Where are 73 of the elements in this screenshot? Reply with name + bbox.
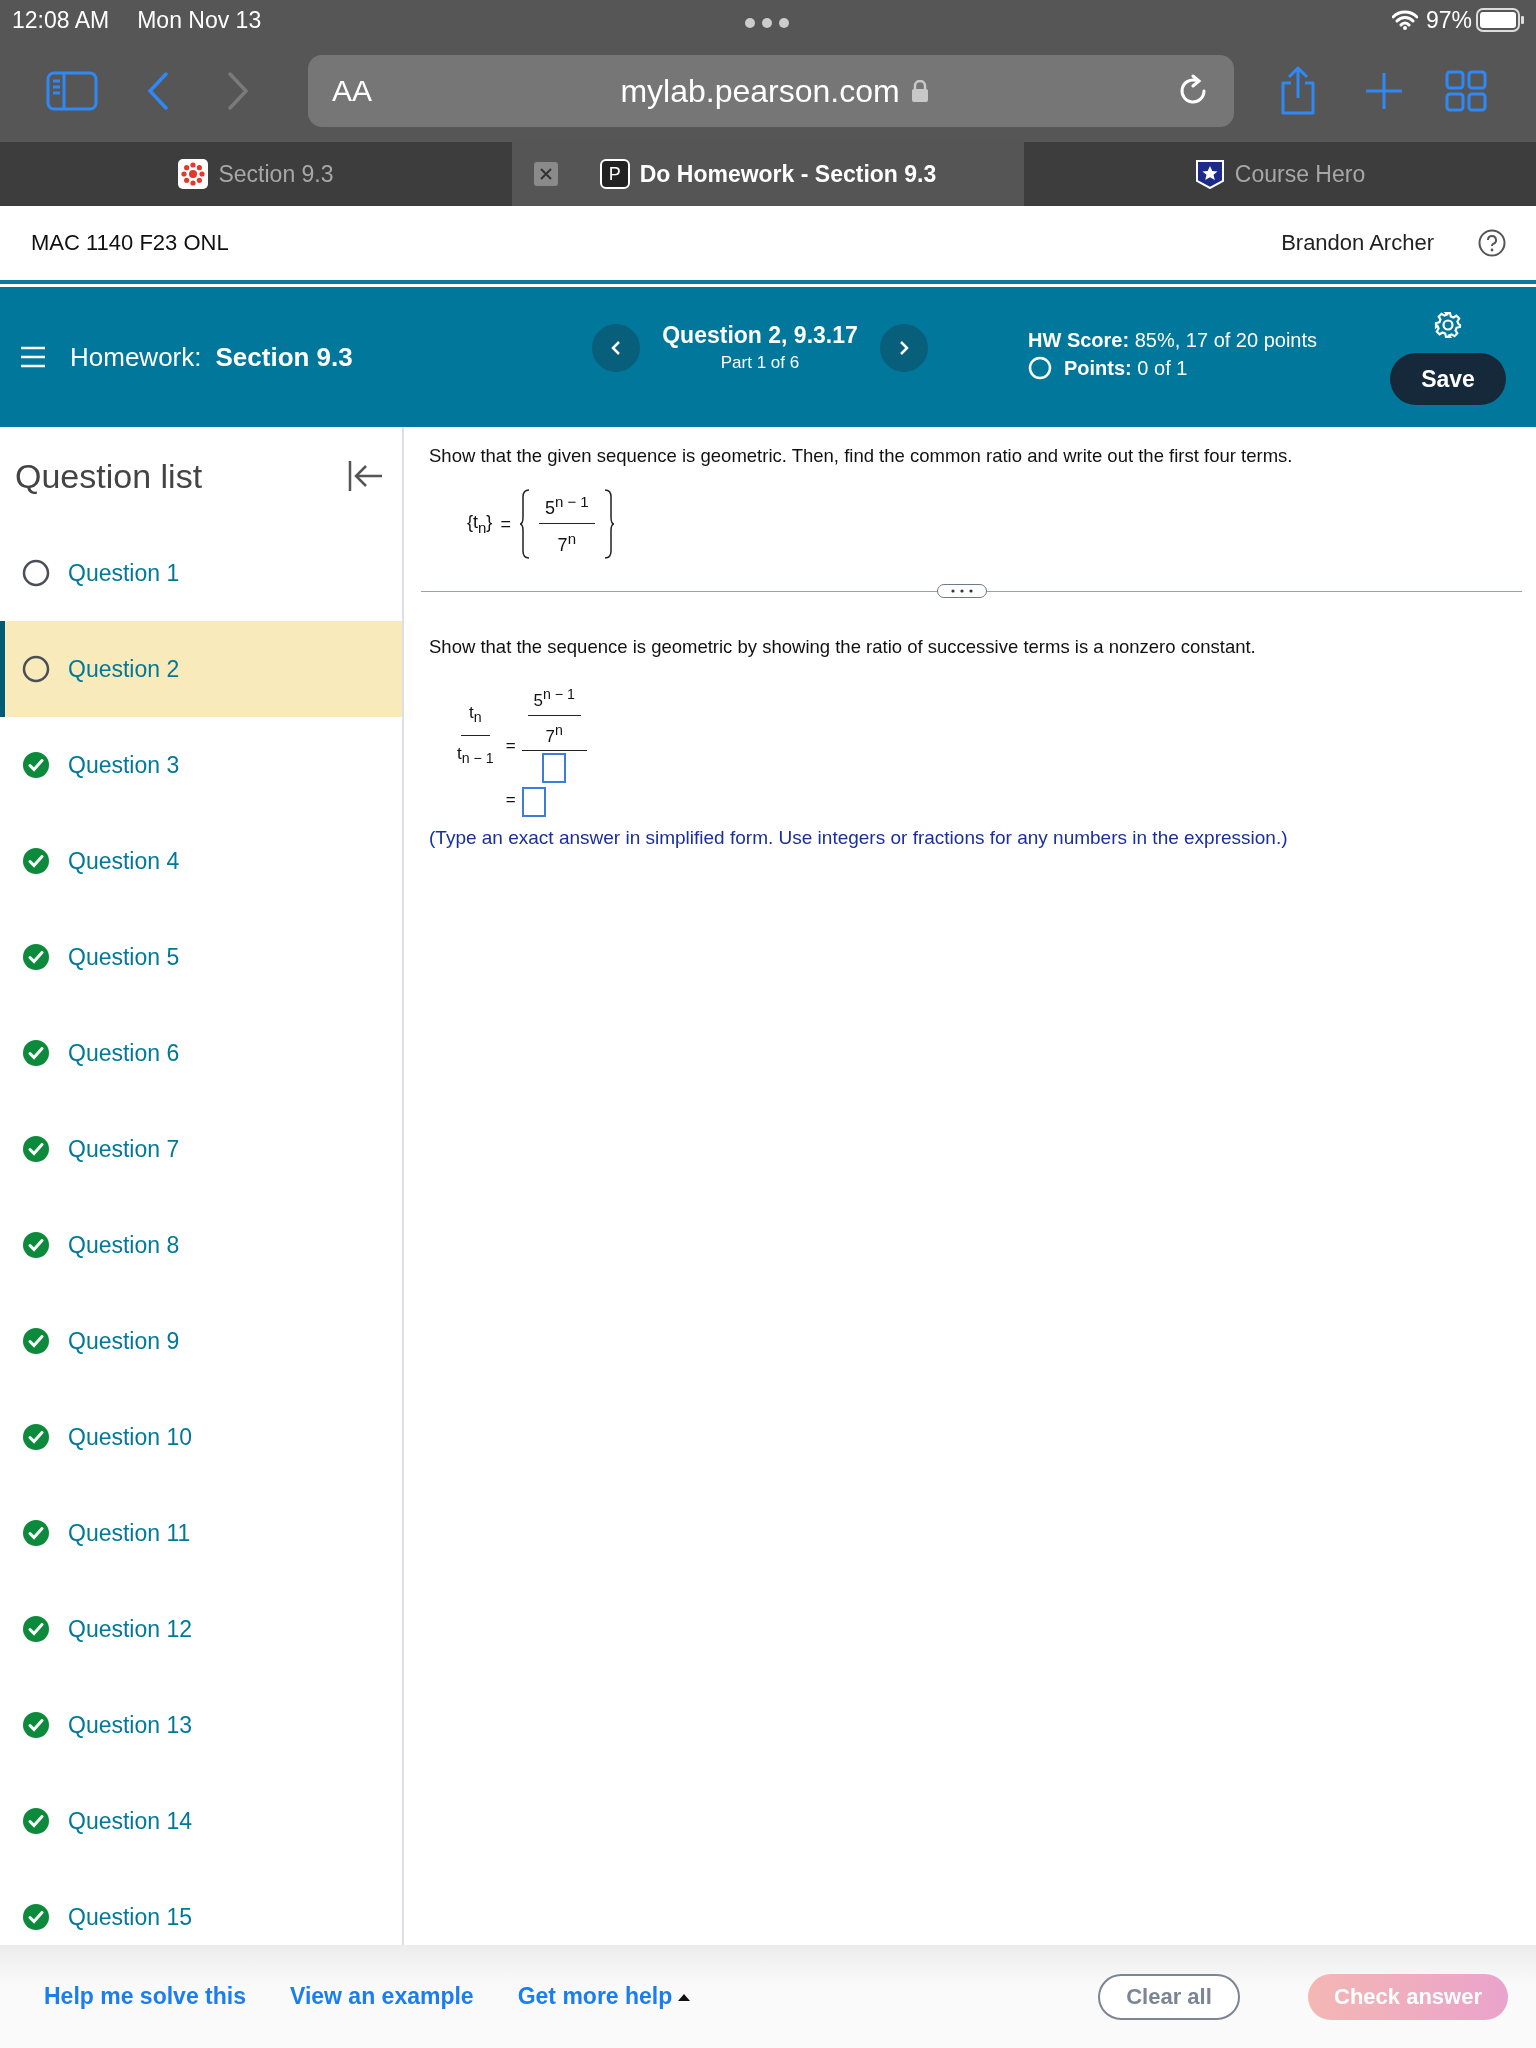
ratio-numerator: t$_{n}$ <box>461 702 490 737</box>
question-list-item[interactable]: Question 4 <box>0 813 402 909</box>
clear-all-button[interactable]: Clear all <box>1098 1973 1240 2020</box>
numerator: 5$^{n − 1}$ <box>538 492 595 524</box>
equals-sign: = <box>505 790 516 811</box>
denominator: 7$^{n}$ <box>544 720 564 747</box>
save-button[interactable]: Save <box>1390 353 1506 405</box>
help-link[interactable]: Get more help <box>517 1983 691 2010</box>
status-date: Mon Nov 13 <box>137 6 262 34</box>
question-list-item[interactable]: Question 15 <box>0 1869 402 1945</box>
question-list-item[interactable]: Question 10 <box>0 1389 402 1485</box>
chevron-left-icon <box>611 340 621 355</box>
wifi-icon <box>1391 10 1418 30</box>
question-list-item[interactable]: Question 12 <box>0 1581 402 1677</box>
equals-sign: = <box>505 735 516 756</box>
question-list-item[interactable]: Question 7 <box>0 1101 402 1197</box>
answer-box[interactable] <box>542 753 567 784</box>
close-tab-icon[interactable] <box>534 162 558 186</box>
star-shield-icon <box>1194 159 1225 189</box>
step-prompt: Show that the sequence is geometric by showing the ratio of successive terms is a nonzero constant. <box>429 636 1257 658</box>
sequence-term: {t$_{n}$} <box>467 512 493 536</box>
question-list-item[interactable]: Question 13 <box>0 1677 402 1773</box>
question-list-item[interactable]: Question 14 <box>0 1773 402 1869</box>
question-list-title: Question list <box>15 456 203 496</box>
help-icon[interactable] <box>1478 229 1506 257</box>
question-list-item[interactable]: Question 11 <box>0 1485 402 1581</box>
help-link[interactable]: Help me solve this <box>44 1983 246 2010</box>
next-question-button[interactable] <box>880 323 928 372</box>
user-name[interactable]: Brandon Archer <box>1281 230 1434 256</box>
course-name: MAC 1140 F23 ONL <box>31 230 230 256</box>
answer-instruction: (Type an exact answer in simplified form. Use integers or fractions for any numbers in the expression.) <box>429 827 1289 850</box>
browser-tab[interactable]: P Do Homework - Section 9.3 <box>512 142 1024 206</box>
question-list-item[interactable]: Question 5 <box>0 909 402 1005</box>
question-title: Question 2, 9.3.17 <box>662 322 858 349</box>
question-list-item[interactable]: Question 3 <box>0 717 402 813</box>
tab-logo-icon: P <box>599 159 630 189</box>
points: Points: 0 of 1 <box>1064 356 1188 380</box>
help-link[interactable]: View an example <box>289 1983 474 2010</box>
question-prompt: Show that the given sequence is geometric. Then, find the common ratio and write out the first four terms. <box>429 445 1294 467</box>
address-bar[interactable]: AA mylab.pearson.com <box>308 55 1234 127</box>
status-time: 12:08 AM <box>12 6 110 34</box>
lock-icon <box>911 80 928 102</box>
answer-box[interactable] <box>521 787 546 818</box>
homework-section: Section 9.3 <box>215 341 353 373</box>
numerator: 5$^{n − 1}$ <box>527 686 581 716</box>
chevron-right-icon <box>899 340 909 355</box>
homework-label: Homework: <box>70 341 202 373</box>
collapse-icon[interactable] <box>348 460 384 492</box>
question-list-item[interactable]: Question 1 <box>0 525 402 621</box>
question-list-item[interactable]: Question 6 <box>0 1005 402 1101</box>
question-part: Part 1 of 6 <box>720 353 800 373</box>
denominator: 7$^{n}$ <box>556 528 577 556</box>
question-list-item[interactable]: Question 2 <box>0 621 402 717</box>
left-brace-icon <box>518 489 531 559</box>
more-dots-icon <box>745 18 789 28</box>
battery-icon <box>1476 8 1524 32</box>
right-brace-icon <box>602 489 615 559</box>
previous-question-button[interactable] <box>592 323 640 372</box>
battery-percent: 97% <box>1425 6 1472 34</box>
hw-score: HW Score: 85%, 17 of 20 points <box>1028 329 1318 352</box>
settings-icon[interactable] <box>1434 311 1462 339</box>
sun-logo-icon <box>178 159 209 189</box>
ratio-denominator: t$_{n − 1}$ <box>456 743 495 767</box>
url-text: mylab.pearson.com <box>620 72 900 110</box>
question-list-item[interactable]: Question 8 <box>0 1197 402 1293</box>
ellipsis-icon <box>950 589 974 593</box>
caret-icon <box>678 1992 691 2001</box>
circle-icon <box>1028 356 1052 380</box>
equals-sign: = <box>500 513 511 535</box>
question-list-item[interactable]: Question 9 <box>0 1293 402 1389</box>
expand-button[interactable] <box>937 584 987 598</box>
text-size-button[interactable]: AA <box>332 74 373 108</box>
menu-icon[interactable] <box>20 346 46 368</box>
